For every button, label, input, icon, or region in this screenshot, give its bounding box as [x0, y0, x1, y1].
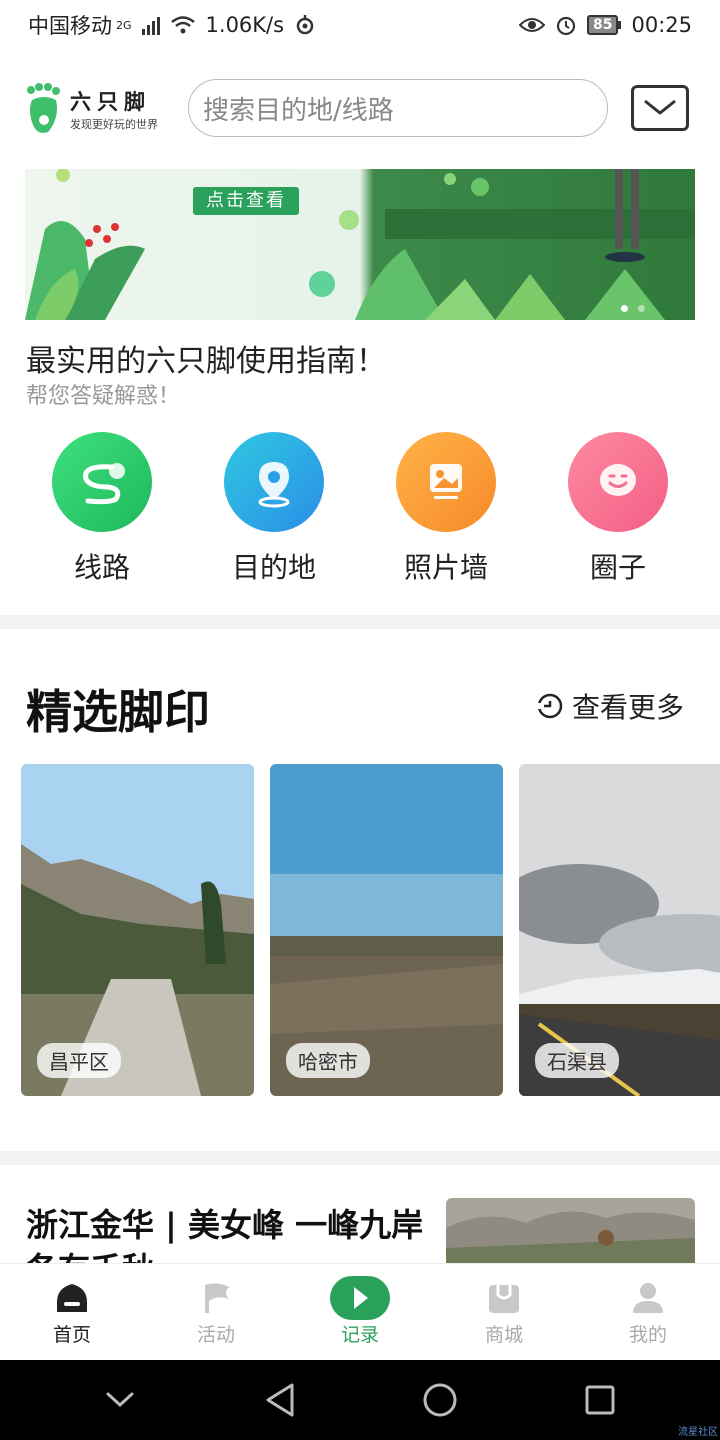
shortcut-grid: 线路 目的地 照片墙 圈子: [16, 432, 704, 586]
featured-title: 精选脚印: [26, 685, 210, 739]
card-location-tag: 石渠县: [535, 1043, 619, 1078]
history-icon: [536, 693, 563, 719]
app-logo: 六只脚 发现更好玩的世界: [24, 82, 158, 136]
nav-back-button[interactable]: [250, 1370, 310, 1430]
photo-icon: [396, 432, 496, 532]
home-circle-icon: [423, 1383, 457, 1417]
featured-card[interactable]: 石渠县: [519, 764, 720, 1096]
tab-record[interactable]: 记录: [288, 1264, 432, 1360]
shortcut-label: 照片墙: [403, 551, 488, 584]
tab-label: 首页: [52, 1323, 91, 1346]
message-button[interactable]: [631, 85, 689, 131]
bottom-tab-bar: 首页 活动 记录 商城 我的: [0, 1263, 720, 1360]
clock: 00:25: [631, 13, 692, 37]
guide-subtitle: 帮您答疑解惑！: [26, 384, 181, 409]
signal-icon: [141, 15, 160, 35]
shortcut-route[interactable]: 线路: [16, 432, 188, 586]
nav-recents-button[interactable]: [570, 1370, 630, 1430]
banner-illustration: [25, 169, 695, 320]
recents-square-icon: [585, 1385, 615, 1415]
system-nav-bar: 流星社区: [0, 1360, 720, 1440]
location-pin-icon: [224, 432, 324, 532]
tab-label: 活动: [196, 1323, 235, 1346]
battery-level: 85: [586, 15, 619, 35]
guide-title[interactable]: 最实用的六只脚使用指南！: [26, 336, 386, 380]
wifi-icon: [170, 16, 195, 34]
shortcut-label: 目的地: [231, 551, 316, 584]
tab-label: 记录: [340, 1323, 379, 1346]
view-more-label: 查看更多: [572, 691, 685, 724]
shortcut-label: 线路: [73, 551, 130, 584]
home-icon: [55, 1278, 89, 1318]
article-item[interactable]: 浙江金华 | 美女峰 一峰九岸 各有千秋: [0, 1165, 720, 1263]
article-title: 浙江金华 | 美女峰 一峰九岸 各有千秋: [26, 1206, 424, 1263]
tab-activity[interactable]: 活动: [144, 1264, 288, 1360]
logo-subtitle: 发现更好玩的世界: [70, 118, 158, 131]
network-speed: 1.06K/s: [205, 13, 285, 37]
chevron-down-icon: [106, 1392, 134, 1408]
watermark: 流星社区: [678, 1427, 718, 1438]
user-icon: [631, 1278, 665, 1318]
pagination-dot: [621, 305, 628, 312]
nav-collapse-button[interactable]: [90, 1370, 150, 1430]
mail-icon: [644, 99, 676, 115]
tab-label: 我的: [628, 1323, 667, 1346]
flag-icon: [199, 1278, 233, 1318]
battery-icon: 85: [586, 15, 622, 35]
tab-label: 商城: [484, 1323, 523, 1346]
eye-icon: [518, 18, 545, 32]
banner-view-button[interactable]: 点击查看: [193, 187, 299, 215]
alarm-icon: [556, 16, 576, 36]
article-thumbnail: [446, 1198, 695, 1263]
view-more-link[interactable]: 查看更多: [536, 686, 684, 726]
banner-pagination: [621, 305, 645, 312]
network-type: 2G: [116, 18, 132, 32]
shortcut-destination[interactable]: 目的地: [188, 432, 360, 586]
logo-title: 六只脚: [70, 90, 151, 114]
shop-bag-icon: [487, 1278, 521, 1318]
sync-icon: [296, 15, 314, 35]
shortcut-circle[interactable]: 圈子: [532, 432, 704, 586]
footprint-logo-icon: [27, 83, 60, 133]
tab-shop[interactable]: 商城: [432, 1264, 576, 1360]
app-header: 六只脚 发现更好玩的世界 搜索目的地/线路: [0, 74, 720, 146]
status-right: 85 00:25: [518, 13, 692, 37]
card-location-tag: 昌平区: [37, 1043, 121, 1078]
status-bar: 中国移动 2G 1.06K/s 85 00:25: [0, 0, 720, 50]
shortcut-photo-wall[interactable]: 照片墙: [360, 432, 532, 586]
tab-profile[interactable]: 我的: [576, 1264, 720, 1360]
tab-home[interactable]: 首页: [0, 1264, 144, 1360]
nav-home-button[interactable]: [410, 1370, 470, 1430]
featured-card[interactable]: 哈密市: [270, 764, 503, 1096]
featured-card[interactable]: 昌平区: [21, 764, 254, 1096]
card-location-tag: 哈密市: [286, 1043, 370, 1078]
back-triangle-icon: [266, 1383, 294, 1417]
section-divider: [0, 615, 720, 629]
carrier-name: 中国移动: [28, 14, 112, 38]
featured-cards: 昌平区 哈密市 石渠县: [21, 764, 720, 1098]
search-placeholder: 搜索目的地/线路: [203, 95, 394, 126]
section-divider: [0, 1151, 720, 1165]
play-icon: [330, 1275, 390, 1320]
search-input[interactable]: 搜索目的地/线路: [188, 79, 608, 137]
status-left: 中国移动 2G 1.06K/s: [28, 10, 316, 40]
pagination-dot: [638, 305, 645, 312]
route-icon: [52, 432, 152, 532]
shortcut-label: 圈子: [589, 551, 646, 584]
banner-carousel[interactable]: 点击查看: [25, 169, 695, 320]
smile-chat-icon: [568, 432, 668, 532]
